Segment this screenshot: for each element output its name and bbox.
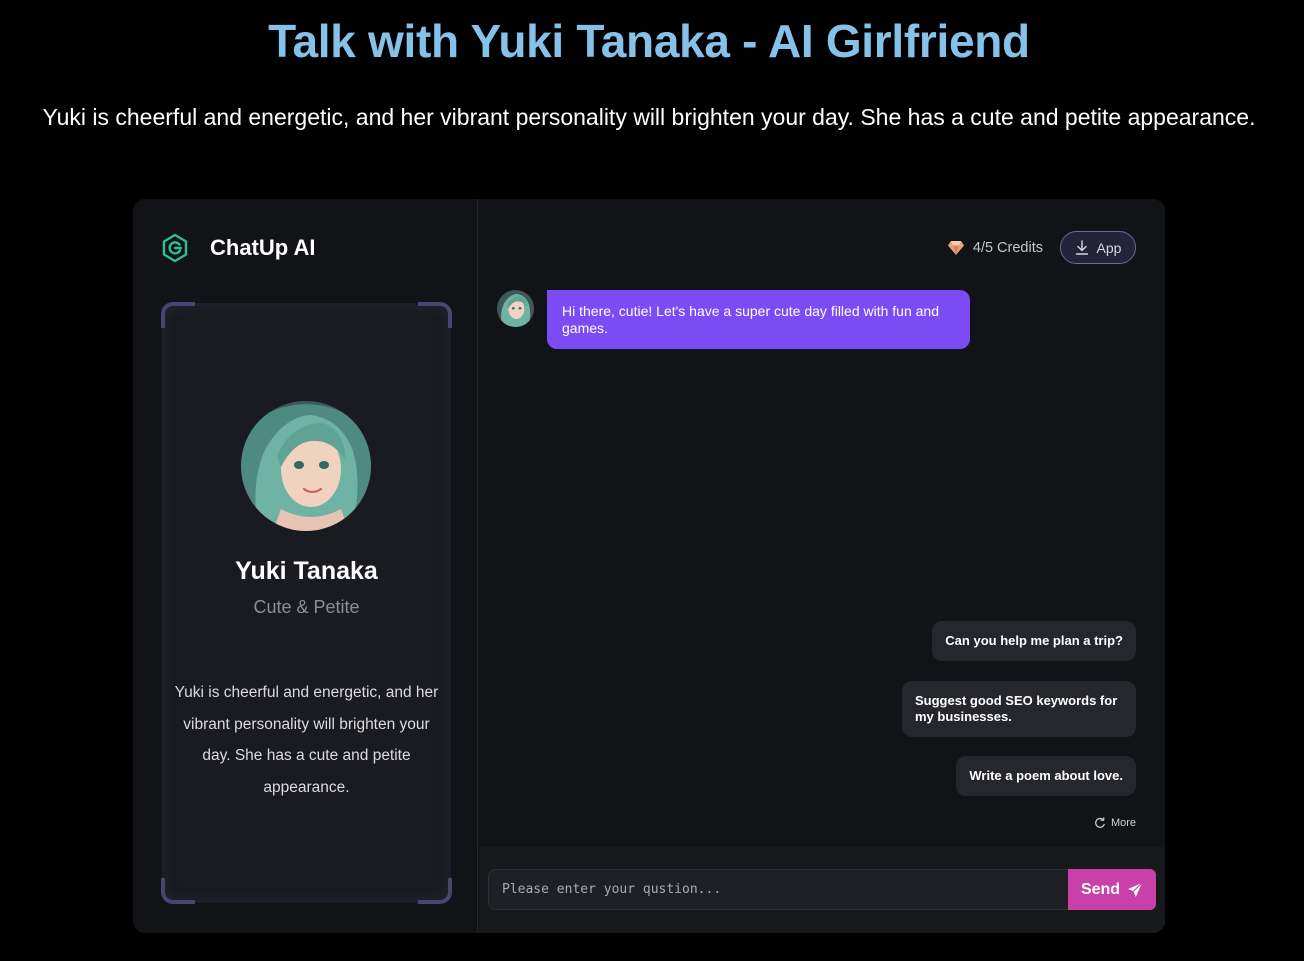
- chat-app: ChatUp AI Yuki Tanaka Cute & Petite Yuki…: [133, 199, 1165, 933]
- chat-topbar: 4/5 Credits App: [947, 231, 1136, 264]
- send-button[interactable]: Send: [1068, 869, 1156, 910]
- card-corner-decoration: [161, 878, 195, 904]
- card-corner-decoration: [161, 302, 195, 328]
- paper-plane-icon: [1128, 882, 1143, 897]
- more-prompts-button[interactable]: More: [1094, 817, 1136, 829]
- download-icon: [1075, 240, 1088, 255]
- credits-indicator: 4/5 Credits: [947, 240, 1043, 256]
- composer: Send: [479, 847, 1165, 933]
- character-tagline: Cute & Petite: [253, 597, 360, 617]
- more-label: More: [1110, 817, 1136, 829]
- suggested-prompt[interactable]: Can you help me plan a trip?: [932, 621, 1136, 661]
- bot-avatar: [497, 290, 534, 327]
- question-input[interactable]: [488, 869, 1070, 910]
- download-app-label: App: [1096, 239, 1122, 256]
- character-card: Yuki Tanaka Cute & Petite Yuki is cheerf…: [161, 302, 452, 904]
- sidebar: ChatUp AI Yuki Tanaka Cute & Petite Yuki…: [133, 199, 478, 933]
- brand-logo-icon: [162, 234, 188, 262]
- brand-name: ChatUp AI: [210, 235, 316, 260]
- credits-text: 4/5 Credits: [972, 239, 1043, 256]
- send-label: Send: [1080, 880, 1121, 898]
- suggested-prompt[interactable]: Suggest good SEO keywords for my busines…: [902, 681, 1136, 737]
- brand[interactable]: ChatUp AI: [161, 234, 316, 262]
- download-app-button[interactable]: App: [1060, 231, 1136, 264]
- character-name: Yuki Tanaka: [235, 557, 378, 585]
- suggested-prompt[interactable]: Write a poem about love.: [956, 756, 1136, 796]
- bot-message: Hi there, cutie! Let's have a super cute…: [547, 290, 970, 349]
- page-subtitle: Yuki is cheerful and energetic, and her …: [42, 104, 1256, 130]
- page-title: Talk with Yuki Tanaka - AI Girlfriend: [268, 15, 1030, 67]
- character-avatar: [241, 401, 371, 531]
- character-description: Yuki is cheerful and energetic, and her …: [174, 684, 439, 796]
- refresh-icon: [1095, 817, 1105, 828]
- diamond-icon: [947, 240, 964, 255]
- chat-panel: 4/5 Credits App Hi there, cutie! Let's h…: [479, 199, 1165, 933]
- card-corner-decoration: [418, 878, 452, 904]
- card-corner-decoration: [418, 302, 452, 328]
